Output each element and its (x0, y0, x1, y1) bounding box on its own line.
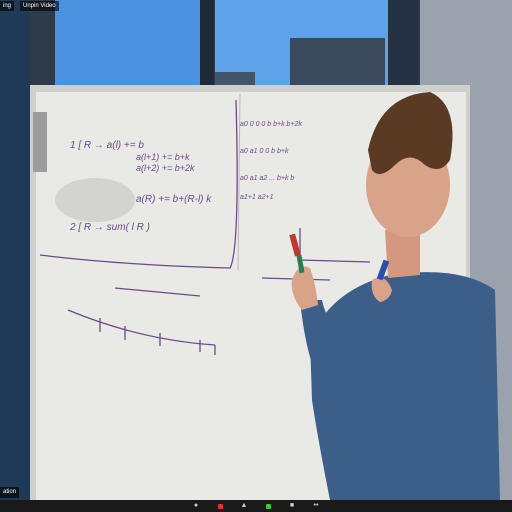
board-text-left: 1 [ R → a(l) += b a(l+1) += b+k a(l+2) +… (70, 140, 240, 234)
chat-icon: ■ (289, 502, 295, 509)
video-top-overlay: ing Unpin Video (0, 0, 512, 12)
left-pillar (0, 0, 30, 500)
board-line-4: a(R) += b+(R-l) k (136, 194, 212, 205)
board-line-1: 1 [ R → a(l) += b (70, 140, 144, 151)
share-button[interactable] (261, 502, 275, 510)
meeting-toolbar: ● ▲ ■ •• (0, 500, 512, 512)
more-button[interactable]: •• (309, 502, 323, 510)
board-line-2: a(l+1) += b+k (136, 152, 190, 162)
more-icon: •• (313, 502, 319, 509)
board-right-line-4: a1+1 a2+1 (240, 194, 274, 201)
window-mullion (200, 0, 214, 96)
chat-button[interactable]: ■ (285, 502, 299, 510)
marker-tray-clip (33, 112, 47, 172)
scene-svg (0, 0, 512, 500)
board-right-line-1: a0 0 0 0 b b+k b+2k (240, 121, 302, 128)
board-right-line-2: a0 a1 0 0 b b+k (240, 148, 289, 155)
board-right-line-3: a0 a1 a2 ... b+k b (240, 175, 295, 182)
person-neck (385, 230, 420, 278)
building (290, 38, 385, 88)
share-icon (265, 503, 271, 509)
participants-button[interactable]: ▲ (237, 502, 251, 510)
board-line-3: a(l+2) += b+2k (136, 163, 195, 173)
participant-name-chip: ing (0, 1, 15, 11)
board-line-5: 2 [ R → sum( l R ) (70, 222, 151, 233)
video-feed: 1 [ R → a(l) += b a(l+1) += b+k a(l+2) +… (0, 0, 512, 500)
presenter-name-tag: ation (0, 487, 20, 498)
mic-icon: ● (193, 502, 199, 509)
video-icon (217, 503, 223, 509)
board-text-right: a0 0 0 0 b b+k b+2k a0 a1 0 0 b b+k a0 a… (240, 118, 380, 204)
mic-button[interactable]: ● (189, 502, 203, 510)
unpin-video-button[interactable]: Unpin Video (20, 1, 59, 11)
participants-icon: ▲ (240, 502, 248, 509)
video-button[interactable] (213, 502, 227, 510)
